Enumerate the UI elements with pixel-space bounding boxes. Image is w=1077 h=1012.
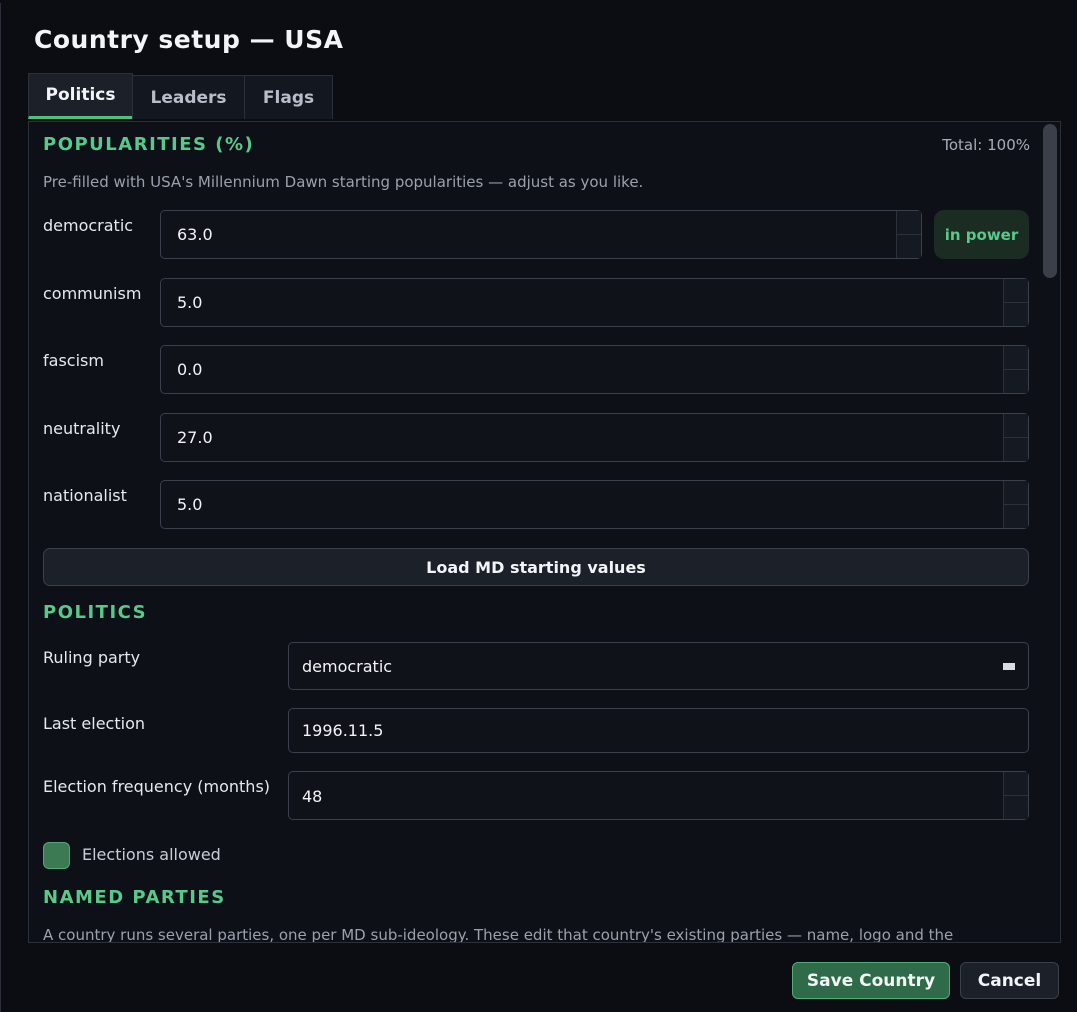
election-frequency-label: Election frequency (months) (43, 777, 271, 796)
popularity-input-communism[interactable]: 5.0 (160, 278, 1029, 327)
popularities-hint: Pre-filled with USA's Millennium Dawn st… (43, 173, 644, 191)
popularity-input-fascism[interactable]: 0.0 (160, 345, 1029, 394)
popularity-value: 5.0 (177, 293, 203, 312)
scrollbar-thumb[interactable] (1043, 124, 1057, 278)
popularity-label-fascism: fascism (43, 351, 104, 370)
spin-up-button[interactable] (1004, 772, 1028, 796)
election-frequency-input[interactable]: 48 (288, 771, 1029, 820)
election-frequency-value: 48 (302, 787, 323, 806)
spin-down-button[interactable] (1004, 504, 1028, 528)
named-parties-heading: NAMED PARTIES (43, 887, 226, 908)
spin-down-button[interactable] (897, 234, 921, 258)
spin-down-button[interactable] (1004, 795, 1028, 819)
last-election-label: Last election (43, 714, 145, 733)
ruling-party-value: democratic (302, 657, 393, 676)
spinner[interactable] (1003, 279, 1028, 326)
named-parties-hint: A country runs several parties, one per … (43, 926, 954, 943)
popularity-input-neutrality[interactable]: 27.0 (160, 413, 1029, 462)
popularities-heading: POPULARITIES (%) (43, 134, 255, 155)
spin-up-button[interactable] (1004, 346, 1028, 370)
spinner[interactable] (1003, 772, 1028, 819)
spinner[interactable] (896, 211, 921, 258)
cancel-button[interactable]: Cancel (960, 962, 1059, 999)
ruling-party-label: Ruling party (43, 648, 141, 667)
panel-scrollbar[interactable] (1040, 122, 1060, 942)
spin-up-button[interactable] (1004, 279, 1028, 303)
spinner[interactable] (1003, 481, 1028, 528)
popularity-value: 5.0 (177, 495, 203, 514)
tab-bar: Politics Leaders Flags (28, 73, 333, 121)
spin-up-button[interactable] (1004, 481, 1028, 505)
tab-flags[interactable]: Flags (244, 75, 333, 119)
popularity-value: 27.0 (177, 428, 213, 447)
country-setup-dialog: Country setup — USA Politics Leaders Fla… (0, 3, 1077, 1012)
spin-up-button[interactable] (897, 211, 921, 235)
politics-panel: POPULARITIES (%) Total: 100% Pre-filled … (28, 121, 1061, 943)
elections-allowed-checkbox[interactable] (43, 842, 70, 869)
spin-down-button[interactable] (1004, 302, 1028, 326)
spin-up-button[interactable] (1004, 414, 1028, 438)
popularity-value: 0.0 (177, 360, 203, 379)
spinner[interactable] (1003, 414, 1028, 461)
elections-allowed-label: Elections allowed (82, 845, 221, 864)
last-election-input[interactable]: 1996.11.5 (288, 708, 1029, 753)
last-election-value: 1996.11.5 (302, 721, 384, 740)
in-power-badge: in power (934, 210, 1029, 259)
tab-politics[interactable]: Politics (28, 73, 133, 119)
politics-heading: POLITICS (43, 602, 148, 623)
save-country-button[interactable]: Save Country (792, 962, 950, 999)
dialog-title: Country setup — USA (34, 25, 344, 54)
popularity-total: Total: 100% (942, 136, 1030, 154)
popularity-label-democratic: democratic (43, 216, 134, 235)
dropdown-icon (1003, 663, 1015, 670)
popularity-value: 63.0 (177, 225, 213, 244)
popularity-input-nationalist[interactable]: 5.0 (160, 480, 1029, 529)
load-md-values-button[interactable]: Load MD starting values (43, 548, 1029, 586)
popularity-input-democratic[interactable]: 63.0 (160, 210, 922, 259)
popularity-label-nationalist: nationalist (43, 486, 127, 505)
popularity-label-communism: communism (43, 284, 142, 303)
spin-down-button[interactable] (1004, 369, 1028, 393)
popularity-label-neutrality: neutrality (43, 419, 121, 438)
spinner[interactable] (1003, 346, 1028, 393)
ruling-party-select[interactable]: democratic (288, 642, 1029, 690)
tab-leaders[interactable]: Leaders (132, 75, 245, 119)
spin-down-button[interactable] (1004, 437, 1028, 461)
